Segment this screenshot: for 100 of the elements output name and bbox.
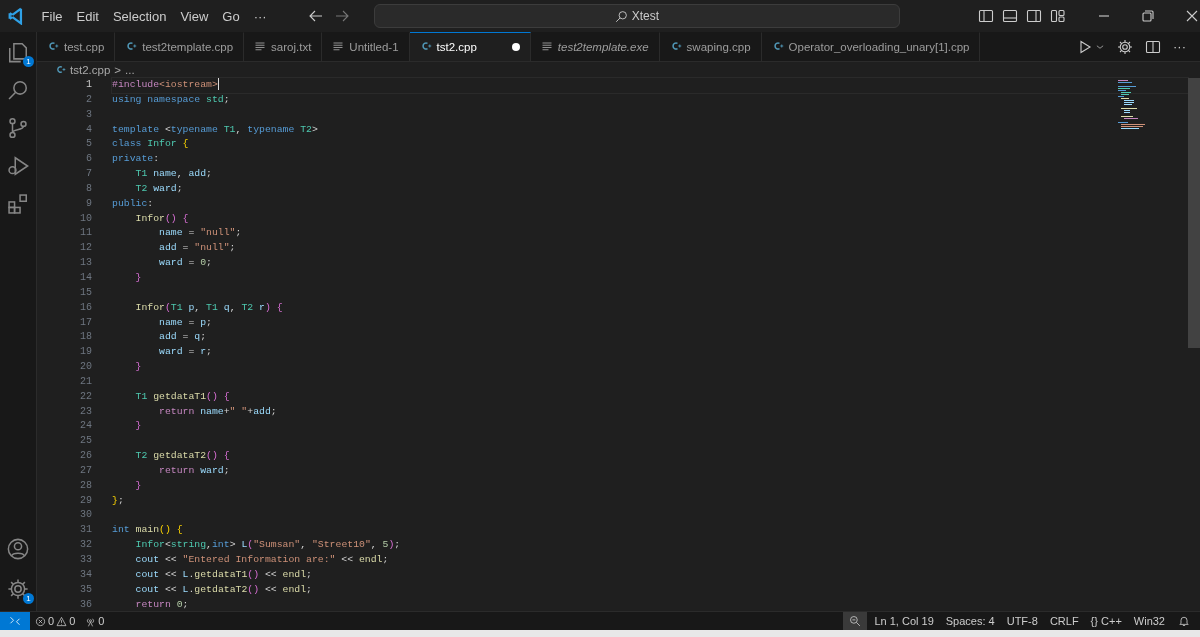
menu-item[interactable]: Edit bbox=[69, 4, 106, 28]
code-line: } bbox=[134, 478, 143, 493]
code-line: T2 ward; bbox=[134, 181, 184, 196]
code-line: Infor(T1 p, T1 q, T2 r) { bbox=[134, 300, 284, 315]
scrollbar-thumb[interactable] bbox=[1188, 78, 1200, 348]
code-line: int main() { bbox=[112, 523, 184, 538]
code-line: ward = 0; bbox=[158, 256, 213, 271]
breadcrumb-item[interactable]: ... bbox=[125, 64, 135, 76]
line-number: 13 bbox=[79, 256, 92, 271]
explorer-icon[interactable] bbox=[7, 41, 29, 63]
code-line: T1 getdataT1() { bbox=[134, 389, 231, 404]
problems-button[interactable]: 0 0 bbox=[30, 612, 81, 630]
code-line: #include<iostream> bbox=[112, 78, 1188, 93]
line-number: 1 bbox=[85, 78, 92, 92]
warning-icon bbox=[56, 615, 68, 627]
status-item[interactable]: CRLF bbox=[1044, 612, 1084, 630]
restore-icon[interactable] bbox=[1140, 8, 1156, 24]
bell-icon[interactable] bbox=[1178, 615, 1190, 627]
code-line: Infor<string,int> L("Sumsan", "Street10", 5); bbox=[134, 538, 402, 553]
notification-badge: 1 bbox=[23, 56, 34, 67]
line-number: 14 bbox=[79, 270, 92, 285]
line-number: 36 bbox=[79, 597, 92, 612]
status-item[interactable]: Ln 1, Col 19 bbox=[869, 612, 939, 630]
line-number: 35 bbox=[79, 582, 92, 597]
line-number: 4 bbox=[85, 122, 92, 137]
zoom-button[interactable] bbox=[843, 612, 868, 630]
code-line: using namespace std; bbox=[112, 92, 231, 107]
line-number: 10 bbox=[79, 211, 92, 226]
code-line: } bbox=[134, 419, 143, 434]
run-icon[interactable] bbox=[1077, 38, 1093, 55]
line-number: 5 bbox=[85, 137, 92, 152]
status-item[interactable]: Spaces: 4 bbox=[940, 612, 1000, 630]
notification-badge: 1 bbox=[23, 593, 34, 604]
code-line: class Infor { bbox=[112, 137, 190, 152]
line-number: 6 bbox=[85, 152, 92, 167]
status-item[interactable]: Win32 bbox=[1128, 612, 1170, 630]
code-line: private: bbox=[112, 152, 161, 167]
search-icon bbox=[614, 9, 628, 23]
text-file-icon bbox=[332, 40, 345, 52]
panel-toggle-icon[interactable] bbox=[1002, 8, 1018, 24]
cpp-file-icon bbox=[125, 40, 138, 52]
line-number: 27 bbox=[79, 463, 92, 478]
line-number: 31 bbox=[79, 523, 92, 538]
menu-item[interactable]: File bbox=[34, 4, 70, 28]
line-number: 7 bbox=[85, 167, 92, 182]
ports-button[interactable]: 0 bbox=[80, 612, 110, 630]
code-line: T2 getdataT2() { bbox=[134, 449, 231, 464]
code-line: name = "null"; bbox=[158, 226, 243, 241]
search-icon[interactable] bbox=[7, 79, 29, 101]
line-number: 23 bbox=[79, 404, 92, 419]
menu-item[interactable]: Go bbox=[215, 4, 247, 28]
breadcrumb-item[interactable]: tst2.cpp bbox=[70, 64, 111, 76]
code-line: public: bbox=[112, 196, 155, 211]
more-menu-button[interactable]: ··· bbox=[246, 4, 274, 28]
code-line: } bbox=[134, 270, 143, 285]
code-line: }; bbox=[112, 493, 125, 508]
menu-item[interactable]: View bbox=[173, 4, 216, 28]
menu-item[interactable]: Selection bbox=[105, 4, 174, 28]
command-search-field[interactable]: Xtest bbox=[373, 4, 900, 28]
code-line: return 0; bbox=[134, 597, 190, 612]
line-number: 3 bbox=[85, 107, 92, 122]
line-number: 20 bbox=[79, 360, 92, 375]
layout-icon[interactable] bbox=[1050, 8, 1066, 24]
forward-arrow-icon[interactable] bbox=[333, 8, 350, 24]
extensions-icon[interactable] bbox=[7, 193, 29, 215]
code-line: template <typename T1, typename T2> bbox=[112, 122, 319, 137]
status-item[interactable]: UTF-8 bbox=[1001, 612, 1043, 630]
code-line: T1 name, add; bbox=[134, 167, 213, 182]
line-number: 25 bbox=[79, 434, 92, 449]
source-control-icon[interactable] bbox=[7, 117, 29, 139]
line-number: 34 bbox=[79, 567, 92, 582]
more-actions-button[interactable]: ··· bbox=[1173, 39, 1186, 54]
close-icon[interactable] bbox=[1184, 8, 1200, 24]
code-line: name = p; bbox=[158, 315, 213, 330]
split-editor-icon[interactable] bbox=[1145, 38, 1161, 55]
error-icon bbox=[35, 615, 46, 627]
line-number: 28 bbox=[79, 478, 92, 493]
account-icon[interactable] bbox=[7, 538, 29, 560]
code-line: ward = r; bbox=[158, 345, 213, 360]
line-number: 12 bbox=[79, 241, 92, 256]
status-item[interactable]: {} C++ bbox=[1085, 612, 1127, 630]
line-number: 21 bbox=[79, 374, 92, 389]
cpp-file-icon bbox=[669, 40, 682, 52]
line-number: 16 bbox=[79, 300, 92, 315]
breadcrumb-separator: > bbox=[114, 64, 121, 76]
run-debug-icon[interactable] bbox=[7, 155, 29, 177]
code-line: cout << L.getdataT2() << endl; bbox=[134, 582, 313, 597]
line-number: 8 bbox=[85, 181, 92, 196]
settings-icon[interactable] bbox=[1117, 38, 1133, 55]
editor-tab[interactable]: tst2.cpp bbox=[409, 32, 531, 61]
settings-icon[interactable] bbox=[7, 578, 29, 600]
line-number: 18 bbox=[79, 330, 92, 345]
line-number: 26 bbox=[79, 449, 92, 464]
line-number: 9 bbox=[85, 196, 92, 211]
code-line: cout << "Entered Information are:" << endl; bbox=[134, 553, 390, 567]
cpp-file-icon bbox=[55, 63, 66, 75]
back-arrow-icon[interactable] bbox=[307, 8, 324, 24]
cpp-file-icon bbox=[771, 40, 784, 52]
sidebar-toggle-icon[interactable] bbox=[978, 8, 994, 24]
secondary-sidebar-icon[interactable] bbox=[1026, 8, 1042, 24]
